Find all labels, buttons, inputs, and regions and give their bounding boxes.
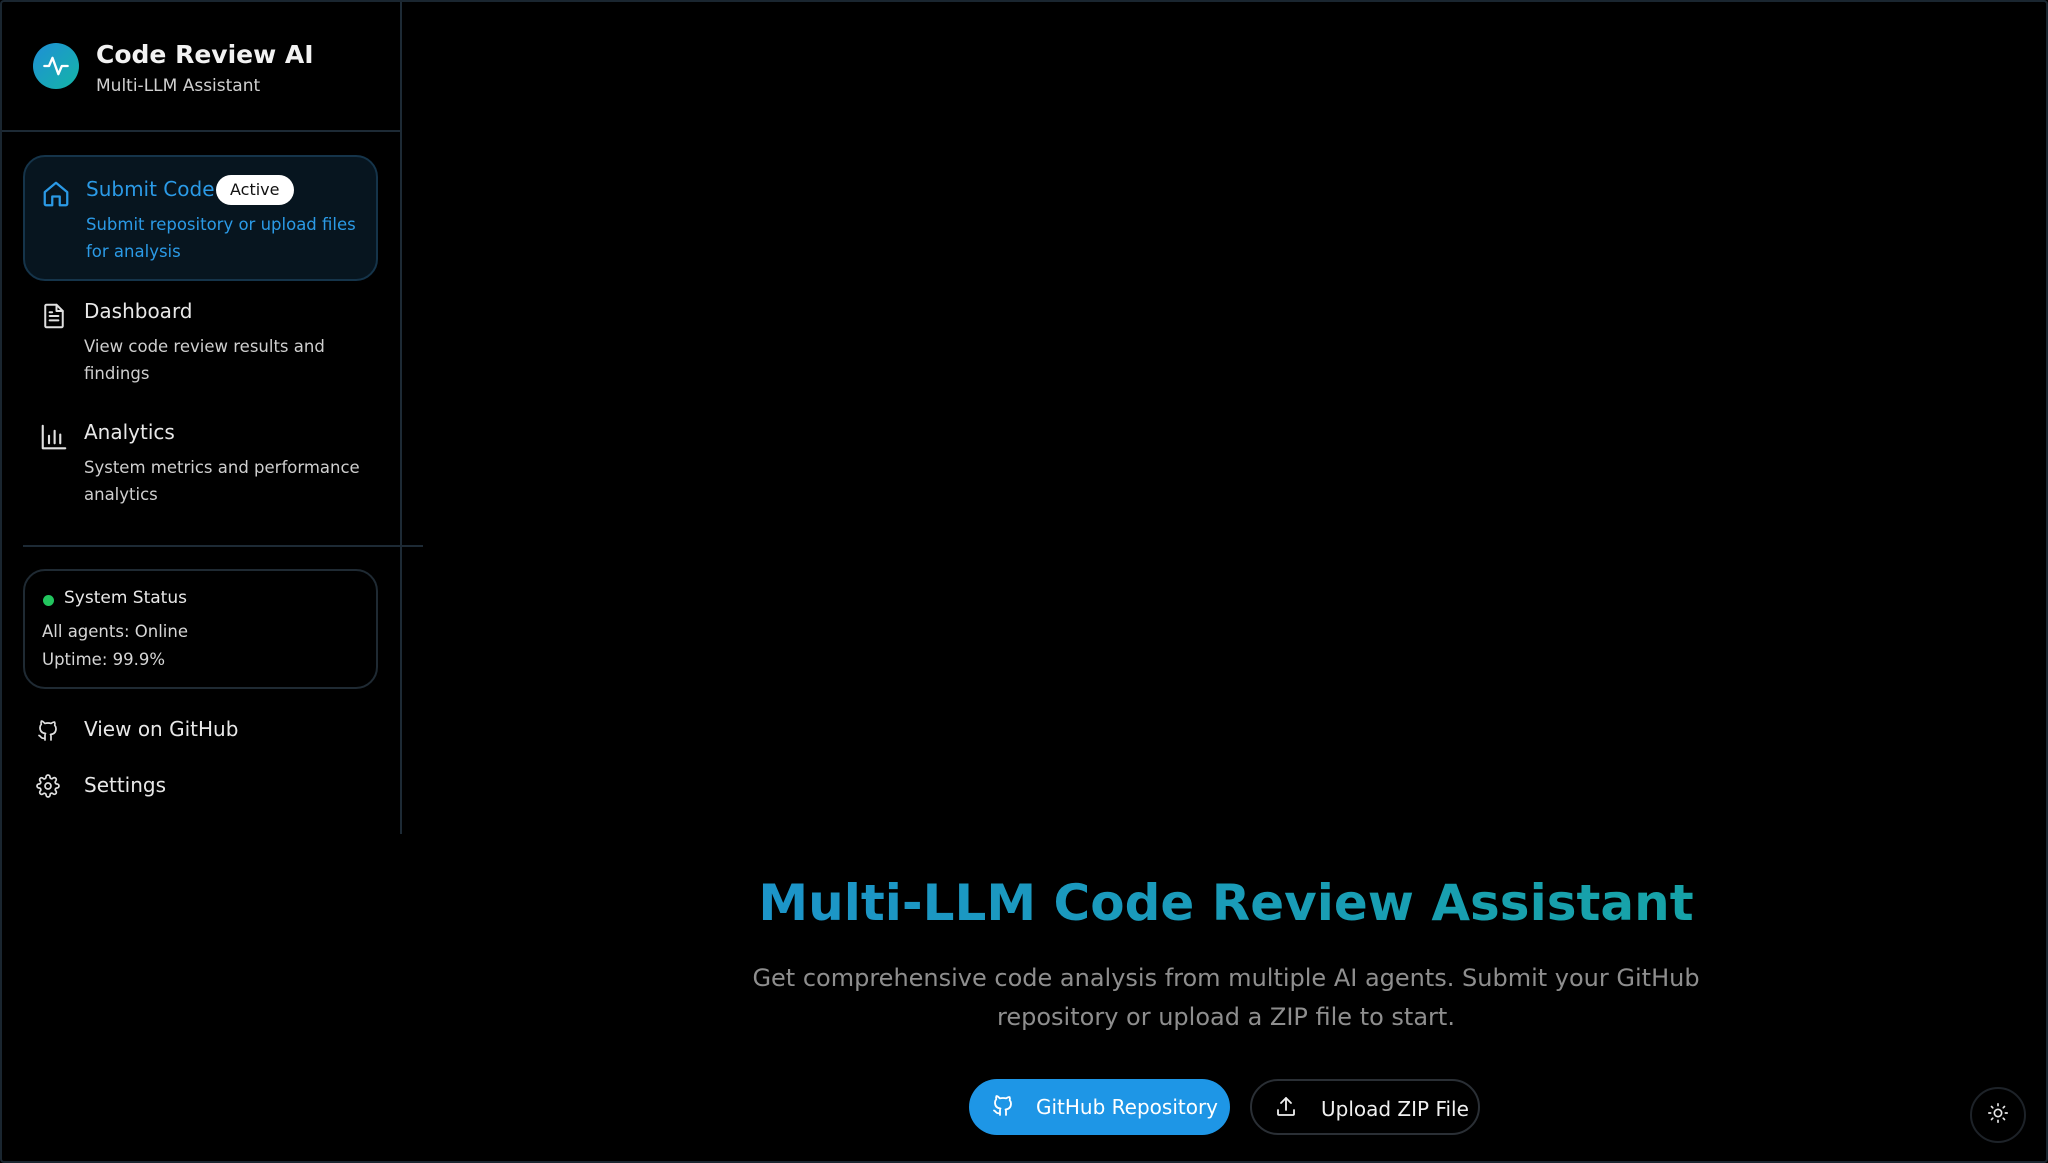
nav-item-dashboard[interactable]: Dashboard View code review results and f… bbox=[23, 279, 378, 399]
github-icon bbox=[991, 1093, 1017, 1119]
app-subtitle: Multi-LLM Assistant bbox=[96, 76, 261, 96]
activity-pulse-icon bbox=[33, 43, 79, 89]
gear-icon bbox=[36, 774, 62, 800]
status-agents: All agents: Online bbox=[42, 622, 188, 641]
sidebar: Code Review AI Multi-LLM Assistant Submi… bbox=[2, 2, 423, 834]
theme-toggle-button[interactable] bbox=[1970, 1087, 2026, 1143]
sidebar-divider bbox=[23, 545, 423, 547]
github-icon bbox=[36, 718, 62, 744]
bar-chart-icon bbox=[39, 422, 69, 452]
nav-item-description: System metrics and performance analytics bbox=[84, 458, 360, 504]
hero-title: Multi-LLM Code Review Assistant bbox=[402, 874, 2048, 932]
status-indicator bbox=[43, 595, 54, 606]
settings-label: Settings bbox=[84, 773, 167, 797]
status-uptime: Uptime: 99.9% bbox=[42, 650, 166, 669]
nav-item-label: Dashboard bbox=[84, 299, 193, 323]
document-icon bbox=[39, 301, 69, 331]
brand-header: Code Review AI Multi-LLM Assistant bbox=[2, 2, 400, 132]
active-badge: Active bbox=[216, 175, 294, 205]
system-status-card: System Status All agents: Online Uptime:… bbox=[23, 569, 378, 689]
github-repository-button[interactable]: GitHub Repository bbox=[969, 1079, 1230, 1135]
home-icon bbox=[41, 179, 71, 209]
sun-icon bbox=[1987, 1102, 2009, 1128]
github-link-label: View on GitHub bbox=[84, 717, 239, 741]
status-title: System Status bbox=[64, 588, 187, 608]
app-window: Code Review AI Multi-LLM Assistant Submi… bbox=[0, 0, 2048, 1163]
upload-icon bbox=[1274, 1095, 1300, 1121]
nav-item-analytics[interactable]: Analytics System metrics and performance… bbox=[23, 400, 378, 520]
hero-subtitle: Get comprehensive code analysis from mul… bbox=[752, 964, 1700, 1031]
nav-item-label: Submit Code bbox=[86, 177, 215, 201]
github-repository-label: GitHub Repository bbox=[1036, 1095, 1219, 1119]
app-title: Code Review AI bbox=[96, 40, 314, 69]
nav-item-submit-code[interactable]: Submit Code Active Submit repository or … bbox=[23, 155, 378, 281]
nav-item-label: Analytics bbox=[84, 420, 175, 444]
upload-zip-label: Upload ZIP File bbox=[1321, 1097, 1469, 1121]
nav-item-description: Submit repository or upload files for an… bbox=[86, 215, 356, 261]
upload-zip-button[interactable]: Upload ZIP File bbox=[1250, 1079, 1480, 1135]
nav-item-description: View code review results and findings bbox=[84, 337, 325, 383]
